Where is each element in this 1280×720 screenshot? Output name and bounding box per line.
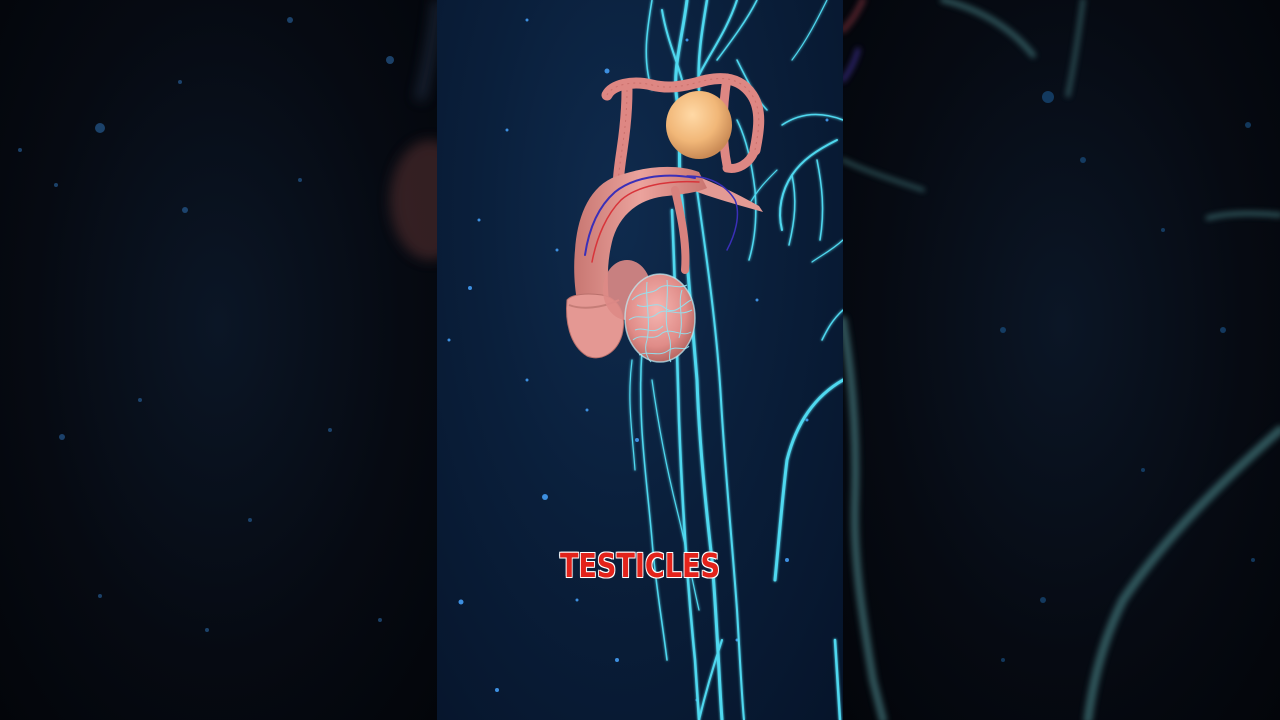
bladder <box>666 91 732 159</box>
anatomy-video-still <box>437 0 843 720</box>
bokeh-dots-left <box>18 17 394 632</box>
blurred-background-right <box>843 0 1280 720</box>
caption-text: TESTICLES <box>559 546 721 585</box>
star-field <box>447 18 829 702</box>
video-frame: TESTICLES <box>0 0 1280 720</box>
blurred-background-left <box>0 0 437 720</box>
bokeh-dots-right <box>1000 91 1255 662</box>
